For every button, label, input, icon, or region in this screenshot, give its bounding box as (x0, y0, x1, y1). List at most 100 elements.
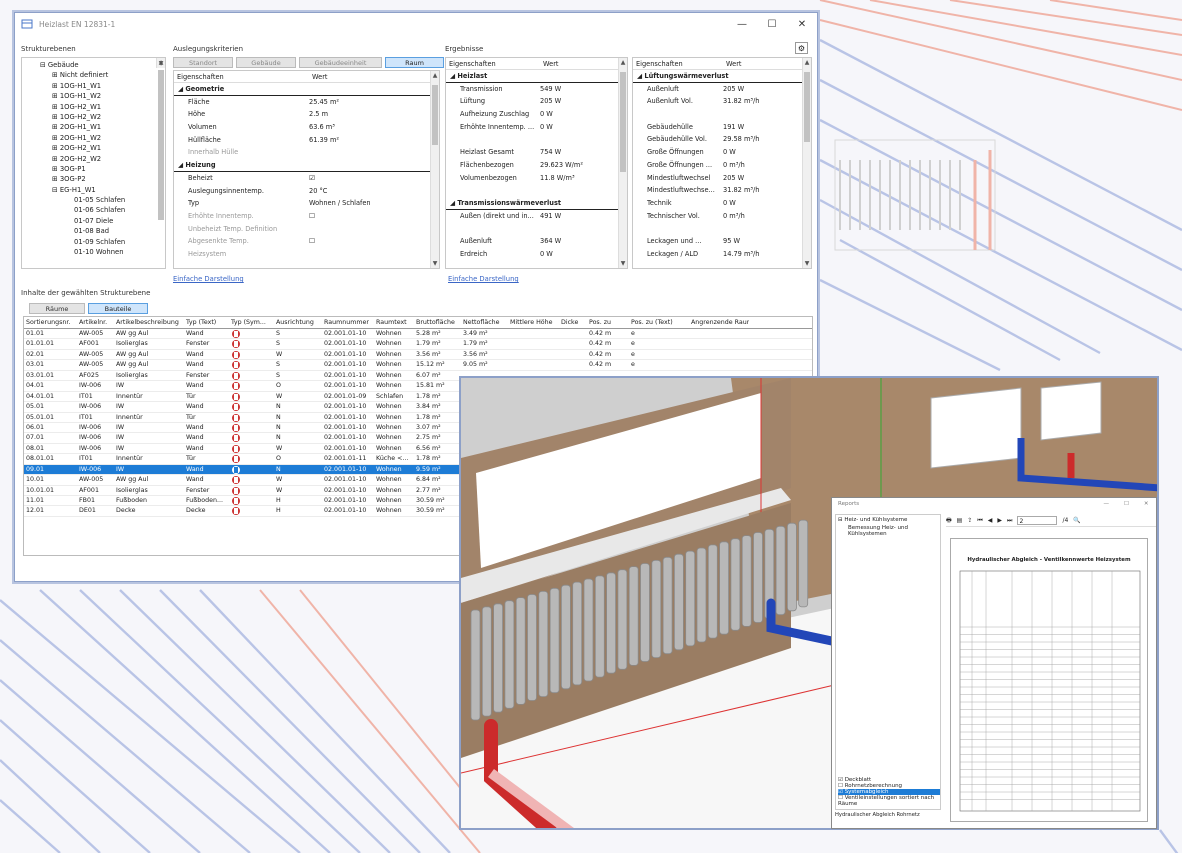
criteria-scrollbar[interactable]: ▲ ▼ (430, 71, 439, 268)
property-row[interactable]: Große Öffnungen 0 W (633, 146, 811, 159)
tree-item[interactable]: 01-10 Wohnen (40, 247, 165, 257)
reports-minimize-button[interactable]: — (1103, 498, 1109, 510)
tree-item[interactable]: ⊞ 2OG-H1_W1 (40, 122, 165, 132)
property-row[interactable]: Außenluft 205 W (633, 83, 811, 96)
property-row[interactable]: Leckagen / ALD 14.79 m³/h (633, 248, 811, 261)
tree-item[interactable]: 01-06 Schlafen (40, 205, 165, 215)
property-row[interactable]: Leckagen und ... 95 W (633, 235, 811, 248)
export-icon[interactable]: ⇪ (967, 517, 972, 524)
property-row[interactable] (633, 222, 811, 235)
property-row[interactable]: Transmission 549 W (446, 83, 627, 96)
property-row[interactable]: Hüllfläche 61.39 m² (174, 134, 439, 147)
property-row[interactable] (446, 184, 627, 197)
column-header[interactable]: Mittlere Höhe (508, 317, 559, 328)
tree-scrollbar[interactable]: ▲ ▼ (156, 58, 165, 220)
table-row[interactable]: 01.01 AW-005 AW gg Aul Wand S 02.001.01-10 Woh… (24, 329, 812, 340)
next-page-icon[interactable]: ▶ (997, 517, 1002, 524)
property-row[interactable]: Technischer Vol. 0 m³/h (633, 210, 811, 223)
tab-bauteile[interactable]: Bauteile (88, 303, 148, 314)
property-row[interactable]: Volumen 63.6 m³ (174, 121, 439, 134)
tab-gebaeude[interactable]: Gebäude (236, 57, 296, 68)
property-row[interactable]: Typ Wohnen / Schlafen (174, 197, 439, 210)
tree-item[interactable]: 01-09 Schlafen (40, 237, 165, 247)
property-row[interactable]: ◢ Lüftungswärmeverlust (633, 70, 811, 83)
property-row[interactable]: Heizlast Gesamt 754 W (446, 146, 627, 159)
property-row[interactable]: Beheizt ☑ (174, 172, 439, 185)
settings-gear-icon[interactable]: ⚙ (795, 42, 808, 54)
table-row[interactable]: 03.01 AW-005 AW gg Aul Wand S 02.001.01-10 Woh… (24, 360, 812, 371)
tree-item[interactable]: ⊞ Nicht definiert (40, 70, 165, 80)
results-scrollbar[interactable]: ▲ ▼ (618, 58, 627, 268)
prev-page-icon[interactable]: ◀ (988, 517, 993, 524)
column-header[interactable]: Nettofläche (461, 317, 508, 328)
tab-gebaeudeeinheit[interactable]: Gebäudeeinheit (299, 57, 382, 68)
property-row[interactable]: Gebäudehülle Vol. 29.58 m³/h (633, 133, 811, 146)
column-header[interactable]: Typ (Text) (184, 317, 229, 328)
property-row[interactable]: Mindestluftwechsel 205 W (633, 172, 811, 185)
report-tree-item[interactable]: Bemessung Heiz- und Kühlsystemen (836, 525, 940, 537)
property-row[interactable]: Mindestluftwechse... 31.82 m³/h (633, 184, 811, 197)
structure-tree[interactable]: ⊟ Gebäude ⊞ Nicht definiert ⊞ 1OG-H1_W1 … (21, 57, 166, 269)
property-row[interactable] (446, 222, 627, 235)
column-header[interactable]: Artikelbeschreibung (114, 317, 184, 328)
tree-item[interactable]: ⊟ EG-H1_W1 (40, 185, 165, 195)
tree-item[interactable]: ⊞ 3OG-P2 (40, 174, 165, 184)
reports-close-button[interactable]: ✕ (1144, 498, 1149, 510)
tree-item[interactable]: ⊞ 1OG-H2_W1 (40, 102, 165, 112)
column-header[interactable]: Raumtext (374, 317, 414, 328)
property-row[interactable]: Volumenbezogen 11.8 W/m³ (446, 172, 627, 185)
maximize-button[interactable]: ☐ (757, 19, 787, 30)
column-header[interactable]: Pos. zu (587, 317, 629, 328)
tab-raeume[interactable]: Räume (29, 303, 85, 314)
property-row[interactable]: Auslegungsinnentemp. 20 °C (174, 185, 439, 198)
tree-item[interactable]: ⊞ 2OG-H1_W2 (40, 133, 165, 143)
tree-item[interactable]: 01-05 Schlafen (40, 195, 165, 205)
close-button[interactable]: ✕ (787, 19, 817, 30)
simple-view-link-results[interactable]: Einfache Darstellung (448, 275, 519, 283)
property-row[interactable]: Höhe 2.5 m (174, 108, 439, 121)
print-icon[interactable]: 🖶 (946, 516, 952, 526)
zoom-icon[interactable]: 🔍 (1073, 517, 1080, 524)
report-tree[interactable]: ⊟ Heiz- und Kühlsysteme Bemessung Heiz- … (835, 514, 941, 810)
tree-item[interactable]: ⊞ 2OG-H2_W1 (40, 143, 165, 153)
tree-item[interactable]: 01-07 Diele (40, 216, 165, 226)
column-header[interactable]: Ausrichtung (274, 317, 322, 328)
property-row[interactable]: Innerhalb Hülle (174, 146, 439, 159)
property-row[interactable]: Unbeheizt Temp. Definition (174, 223, 439, 236)
property-row[interactable]: Flächenbezogen 29.623 W/m² (446, 159, 627, 172)
property-row[interactable]: Technik 0 W (633, 197, 811, 210)
property-row[interactable]: Gebäudehülle 191 W (633, 121, 811, 134)
property-row[interactable]: ◢ Transmissionswärmeverlust (446, 197, 627, 210)
column-header[interactable]: Angrenzende Raumnr. (689, 317, 749, 328)
tab-raum[interactable]: Raum (385, 57, 444, 68)
property-row[interactable]: ◢ Geometrie (174, 83, 439, 96)
check-ventileinstellungen[interactable]: ☐ Ventileinstellungen sortiert nach Räum… (838, 795, 940, 807)
column-header[interactable]: Sortierungsnr. (24, 317, 77, 328)
tree-item[interactable]: ⊞ 1OG-H2_W2 (40, 112, 165, 122)
property-row[interactable]: Heizsystem (174, 248, 439, 261)
pdf-icon[interactable]: ▤ (957, 517, 963, 524)
minimize-button[interactable]: — (727, 19, 757, 30)
tree-item[interactable]: ⊟ Gebäude (40, 60, 165, 70)
property-row[interactable]: ◢ Heizlast (446, 70, 627, 83)
first-page-icon[interactable]: ⏮ (977, 517, 982, 525)
page-input[interactable]: 2 (1017, 516, 1058, 525)
reports-maximize-button[interactable]: ☐ (1124, 498, 1129, 510)
tree-item[interactable]: 01-08 Bad (40, 226, 165, 236)
column-header[interactable]: Bruttofläche (414, 317, 461, 328)
column-header[interactable]: Typ (Sym... (229, 317, 274, 328)
property-row[interactable]: Erdreich 0 W (446, 248, 627, 261)
simple-view-link-criteria[interactable]: Einfache Darstellung (173, 275, 244, 283)
report-tree-item[interactable]: ⊟ Heiz- und Kühlsysteme (836, 515, 940, 525)
property-row[interactable]: Aufheizung Zuschlag 0 W (446, 108, 627, 121)
last-page-icon[interactable]: ⏭ (1007, 517, 1012, 525)
tree-item[interactable]: ⊞ 1OG-H1_W2 (40, 91, 165, 101)
property-row[interactable]: ◢ Heizung (174, 159, 439, 172)
property-row[interactable]: Außenluft 364 W (446, 235, 627, 248)
property-row[interactable]: Außenluft Vol. 31.82 m³/h (633, 95, 811, 108)
column-header[interactable]: Raumnummer (322, 317, 374, 328)
property-row[interactable]: Große Öffnungen ... 0 m³/h (633, 159, 811, 172)
column-header[interactable]: Artikelnr. (77, 317, 114, 328)
property-row[interactable]: Erhöhte Innentemp. ☐ (174, 210, 439, 223)
table-row[interactable]: 01.01.01 AF001 Isolierglas Fenster S 02.001.0… (24, 339, 812, 350)
